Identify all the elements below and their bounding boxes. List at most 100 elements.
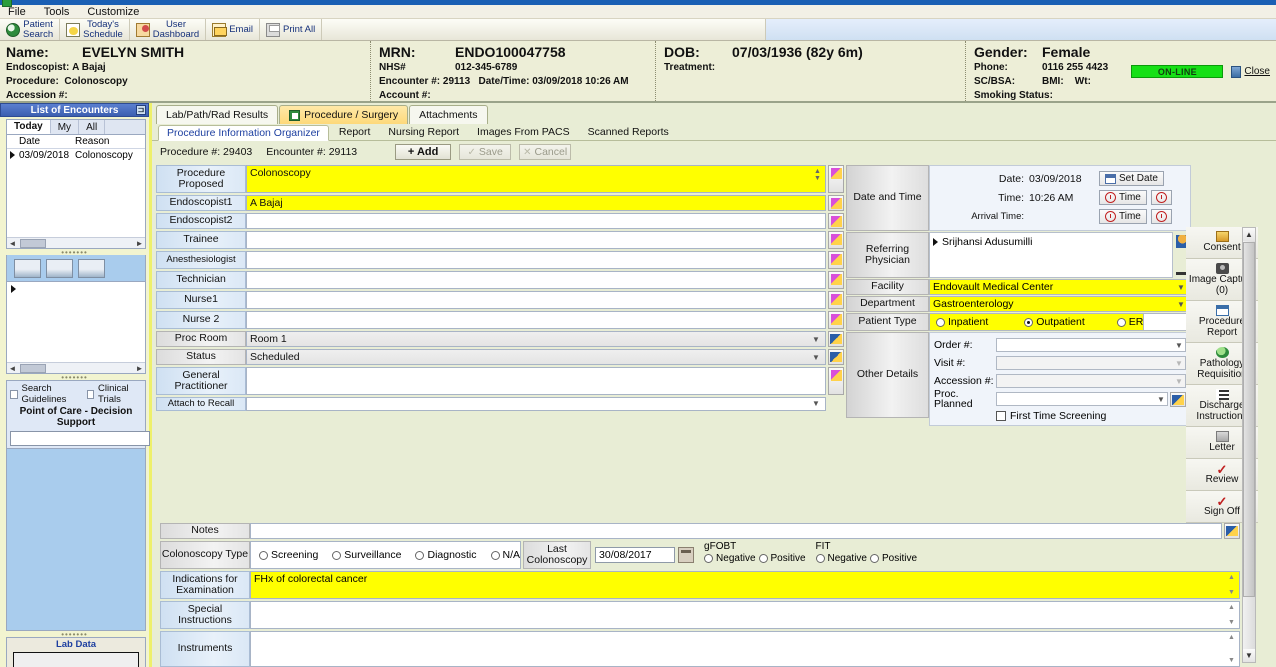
scroll-thumb[interactable] xyxy=(20,239,46,248)
vertical-scroll-thumb[interactable] xyxy=(1243,242,1255,597)
last-colonoscopy-date-input[interactable]: 30/08/2017 xyxy=(595,547,675,563)
thumbnail-3[interactable] xyxy=(78,259,105,278)
trainee-input[interactable] xyxy=(246,231,826,249)
referring-physician-list[interactable]: Srijhansi Adusumilli xyxy=(929,232,1173,278)
pin-icon[interactable]: ⊐ xyxy=(136,105,146,115)
poc-search-input[interactable] xyxy=(10,431,150,446)
anesthesiologist-input[interactable] xyxy=(246,251,826,269)
radio-na[interactable] xyxy=(491,551,500,560)
encounters-hscrollbar[interactable]: ◄ ► xyxy=(7,237,145,248)
department-select[interactable]: Gastroenterology ▼ xyxy=(929,296,1191,312)
search-guidelines-checkbox[interactable] xyxy=(10,390,18,399)
special-instructions-input[interactable]: ▲▼ xyxy=(250,601,1240,629)
subtab-report[interactable]: Report xyxy=(331,124,379,140)
nurse1-edit-button[interactable] xyxy=(828,291,844,309)
main-vertical-scrollbar[interactable]: ▲ ▼ xyxy=(1242,227,1256,663)
general-practitioner-edit-button[interactable] xyxy=(828,367,844,395)
notes-input[interactable] xyxy=(250,523,1222,539)
clinical-trials-checkbox[interactable] xyxy=(87,390,95,399)
colonoscopy-type-surveillance[interactable]: Surveillance xyxy=(332,549,401,561)
first-time-screening-checkbox[interactable] xyxy=(996,411,1006,421)
document-hscrollbar[interactable]: ◄ ► xyxy=(7,362,145,373)
doc-scroll-left-icon[interactable]: ◄ xyxy=(7,364,18,373)
patient-search-button[interactable]: Patient Search xyxy=(0,19,60,40)
chevron-down-icon[interactable]: ▼ xyxy=(1173,377,1185,386)
tab-attachments[interactable]: Attachments xyxy=(409,105,487,124)
tab-procedure-surgery[interactable]: Procedure / Surgery xyxy=(279,105,408,124)
procedure-proposed-spinner[interactable]: ▲▼ xyxy=(813,167,822,183)
encounters-tab-today[interactable]: Today xyxy=(7,120,51,134)
special-instructions-spinner[interactable]: ▲▼ xyxy=(1227,603,1236,627)
table-row[interactable]: 03/09/2018 Colonoscopy xyxy=(7,149,145,162)
encounters-tab-my[interactable]: My xyxy=(51,120,79,134)
user-dashboard-button[interactable]: User Dashboard xyxy=(130,19,206,40)
email-button[interactable]: Email xyxy=(206,19,260,40)
radio-inpatient[interactable] xyxy=(936,318,945,327)
scroll-up-icon[interactable]: ▲ xyxy=(1243,228,1255,241)
save-button[interactable]: ✓ Save xyxy=(459,144,511,160)
trainee-edit-button[interactable] xyxy=(828,231,844,249)
subtab-scanned-reports[interactable]: Scanned Reports xyxy=(580,124,677,140)
accession-number-select[interactable]: ▼ xyxy=(996,374,1186,388)
indications-input[interactable]: FHx of colorectal cancer ▲▼ xyxy=(250,571,1240,599)
doc-scroll-right-icon[interactable]: ► xyxy=(134,364,145,373)
technician-input[interactable] xyxy=(246,271,826,289)
subtab-nursing-report[interactable]: Nursing Report xyxy=(380,124,467,140)
nurse2-input[interactable] xyxy=(246,311,826,329)
instruments-spinner[interactable]: ▲▼ xyxy=(1227,633,1236,665)
endoscopist2-edit-button[interactable] xyxy=(828,213,844,229)
encounters-tab-all[interactable]: All xyxy=(79,120,105,134)
menu-customize[interactable]: Customize xyxy=(85,6,141,18)
radio-gfobt-negative[interactable] xyxy=(704,554,713,563)
colonoscopy-type-diagnostic[interactable]: Diagnostic xyxy=(415,549,476,561)
scroll-left-icon[interactable]: ◄ xyxy=(7,239,18,248)
endoscopist1-edit-button[interactable] xyxy=(828,195,844,211)
subtab-images-from-pacs[interactable]: Images From PACS xyxy=(469,124,578,140)
proc-room-edit-button[interactable] xyxy=(828,331,844,347)
document-list-area[interactable]: ◄ ► xyxy=(6,282,146,374)
proc-room-select[interactable]: Room 1 ▼ xyxy=(246,331,826,347)
add-button[interactable]: + Add xyxy=(395,144,451,160)
colonoscopy-type-screening[interactable]: Screening xyxy=(259,549,318,561)
indications-spinner[interactable]: ▲▼ xyxy=(1227,573,1236,597)
proc-planned-select[interactable]: ▼ xyxy=(996,392,1168,406)
tab-lab-path-rad-results[interactable]: Lab/Path/Rad Results xyxy=(156,105,278,124)
thumbnail-1[interactable] xyxy=(14,259,41,278)
menu-file[interactable]: File xyxy=(6,6,28,18)
clear-time-button[interactable] xyxy=(1151,190,1172,205)
radio-screening[interactable] xyxy=(259,551,268,560)
patient-type-er[interactable]: ER xyxy=(1117,316,1144,328)
notes-edit-button[interactable] xyxy=(1224,523,1240,539)
subtab-procedure-information-organizer[interactable]: Procedure Information Organizer xyxy=(158,125,329,141)
patient-type-inpatient[interactable]: Inpatient xyxy=(936,316,988,328)
anesthesiologist-edit-button[interactable] xyxy=(828,251,844,269)
chevron-down-icon[interactable]: ▼ xyxy=(1173,359,1185,368)
radio-er[interactable] xyxy=(1117,318,1126,327)
last-colonoscopy-calendar-button[interactable] xyxy=(678,547,694,563)
general-practitioner-input[interactable] xyxy=(246,367,826,395)
clear-arrival-time-button[interactable] xyxy=(1151,209,1172,224)
procedure-proposed-input[interactable]: Colonoscopy ▲▼ xyxy=(246,165,826,193)
set-time-button[interactable]: Time xyxy=(1099,190,1147,205)
chevron-down-icon[interactable]: ▼ xyxy=(810,399,822,408)
technician-edit-button[interactable] xyxy=(828,271,844,289)
instruments-input[interactable]: ▲▼ xyxy=(250,631,1240,667)
chevron-down-icon[interactable]: ▼ xyxy=(1173,341,1185,350)
procedure-proposed-edit-button[interactable] xyxy=(828,165,844,193)
scroll-down-icon[interactable]: ▼ xyxy=(1243,649,1255,662)
gfobt-negative[interactable]: Negative xyxy=(704,553,755,564)
nurse1-input[interactable] xyxy=(246,291,826,309)
scroll-right-icon[interactable]: ► xyxy=(134,239,145,248)
facility-select[interactable]: Endovault Medical Center ▼ xyxy=(929,279,1191,295)
colonoscopy-type-na[interactable]: N/A xyxy=(491,549,521,561)
nurse2-edit-button[interactable] xyxy=(828,311,844,329)
cancel-button[interactable]: ✕ Cancel xyxy=(519,144,571,160)
first-time-screening-row[interactable]: First Time Screening xyxy=(934,410,1186,422)
patient-type-outpatient[interactable]: Outpatient xyxy=(1024,316,1084,328)
order-number-select[interactable]: ▼ xyxy=(996,338,1186,352)
chevron-down-icon[interactable]: ▼ xyxy=(1155,395,1167,404)
close-button[interactable]: Close xyxy=(1231,66,1270,78)
lab-data-box[interactable] xyxy=(13,652,139,667)
print-all-button[interactable]: Print All xyxy=(260,19,322,40)
radio-outpatient[interactable] xyxy=(1024,318,1033,327)
